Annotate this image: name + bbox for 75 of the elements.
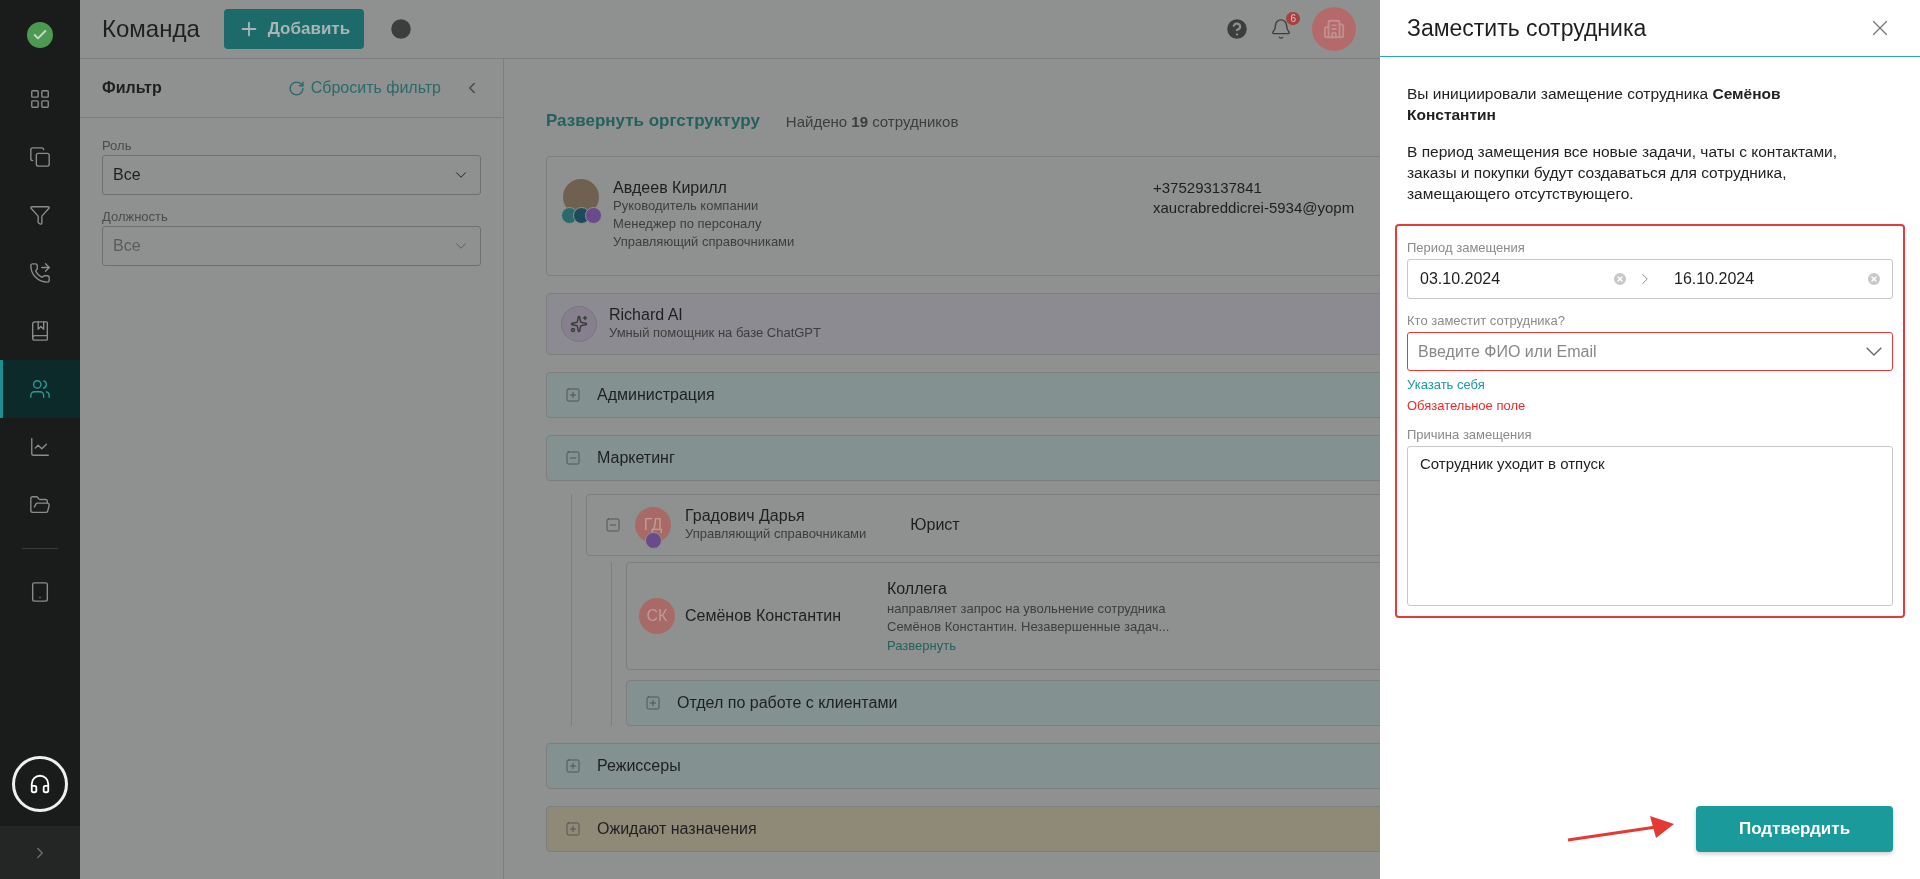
filter-title: Фильтр [102,79,162,97]
employee-role: Управляющий справочниками [613,233,796,251]
filter-select[interactable]: Все [102,155,481,195]
employee-phone: +375293137841 [1153,179,1263,196]
bell-icon[interactable] [1270,18,1292,40]
add-button[interactable]: Добавить [223,9,365,49]
field-label: Период замещения [1407,240,1526,255]
expand-icon[interactable] [565,821,581,837]
employee-role: Управляющий справочниками [685,525,867,543]
department-row[interactable]: Администрация [546,372,1380,418]
assistant-description: Умный помощник на базе ChatGPT [609,324,821,342]
tablet-icon [29,581,51,603]
department-name: Отдел по работе с клиентами [677,694,898,712]
department-row[interactable]: Маркетинг [546,435,1380,481]
field-label: Роль [102,138,133,153]
employee-position: Юрист [910,516,960,534]
ai-icon [561,306,597,342]
reason-textarea[interactable]: Сотрудник уходит в отпуск [1407,446,1893,606]
phone-icon [29,262,51,284]
clear-icon[interactable] [1612,271,1628,287]
expand-icon[interactable] [565,387,581,403]
field-label: Кто заместит сотрудника? [1407,313,1567,328]
headset-icon [29,773,51,795]
expand-icon[interactable] [645,695,661,711]
error-message: Обязательное поле [1407,398,1527,413]
employee-name: Градович Дарья [685,507,806,525]
employee-role: Менеджер по персоналу [613,215,763,233]
date-range-field[interactable]: 03.10.2024 16.10.2024 [1407,259,1893,299]
clear-icon[interactable] [1866,271,1882,287]
assistant-card[interactable]: Richard AI Умный помощник на базе ChatGPT [546,293,1380,355]
employee-role: Руководитель компании [613,197,760,215]
employee-name: Семёнов Константин [685,607,843,625]
info-text: В период замещения все новые задачи, чаты с контактами, заказы и покупки будут создаваться для сотрудника, замещающего отсутствующего. [1407,142,1839,204]
substitute-select[interactable]: Введите ФИО или Email [1407,332,1893,371]
confirm-button[interactable]: Подтвердить [1696,806,1893,852]
role-badge-icon [585,207,602,224]
department-name: Маркетинг [597,449,675,467]
intro-text: Вы инициировали замещение сотрудника Семёнов Константин [1407,84,1782,125]
note-title: Коллега [887,579,948,598]
department-name: Ожидают назначения [597,820,757,838]
collapse-icon[interactable] [605,517,621,533]
grid-icon [29,88,51,110]
clipboard-icon [29,146,51,168]
department-row[interactable]: Отдел по работе с клиентами [626,680,1380,726]
found-count: Найдено 19 сотрудников [785,112,959,130]
employee-card[interactable]: Авдеев Кирилл Руководитель компании Менеджер по персоналу Управляющий справочниками +375293137841 xaucrabreddicrei-5934@yopm [546,156,1380,276]
page-title: Команда [102,15,200,43]
refresh-icon [287,79,305,97]
collapse-icon[interactable] [565,450,581,466]
role-badge-icon [645,532,662,549]
department-row[interactable]: Ожидают назначения [546,806,1380,852]
assign-self-link[interactable]: Указать себя [1407,377,1893,392]
note-text: направляет запрос на увольнение сотрудника Семёнов Константин. Незавершенные задач... [887,599,1171,636]
department-row[interactable]: Режиссеры [546,743,1380,789]
funnel-icon [29,204,51,226]
logo-icon[interactable] [27,22,53,48]
book-icon [29,320,51,342]
team-icon [29,378,51,400]
notification-count: 6 [1286,12,1300,25]
department-name: Режиссеры [597,757,681,775]
chart-icon [29,436,51,458]
chevron-down-icon [1866,347,1882,356]
support-button[interactable] [12,756,68,812]
employee-name: Авдеев Кирилл [613,179,728,197]
folder-icon [29,494,51,516]
employee-email: xaucrabreddicrei-5934@yopm [1153,199,1355,216]
department-name: Администрация [597,386,715,404]
nav-item[interactable] [0,360,80,418]
assistant-name: Richard AI [609,306,684,324]
company-avatar[interactable] [1312,7,1356,51]
drawer-title: Заместить сотрудника [1407,14,1647,42]
expand-icon[interactable] [565,758,581,774]
field-label: Должность [102,209,169,224]
help-icon[interactable] [1224,16,1250,42]
field-label: Причина замещения [1407,427,1533,442]
